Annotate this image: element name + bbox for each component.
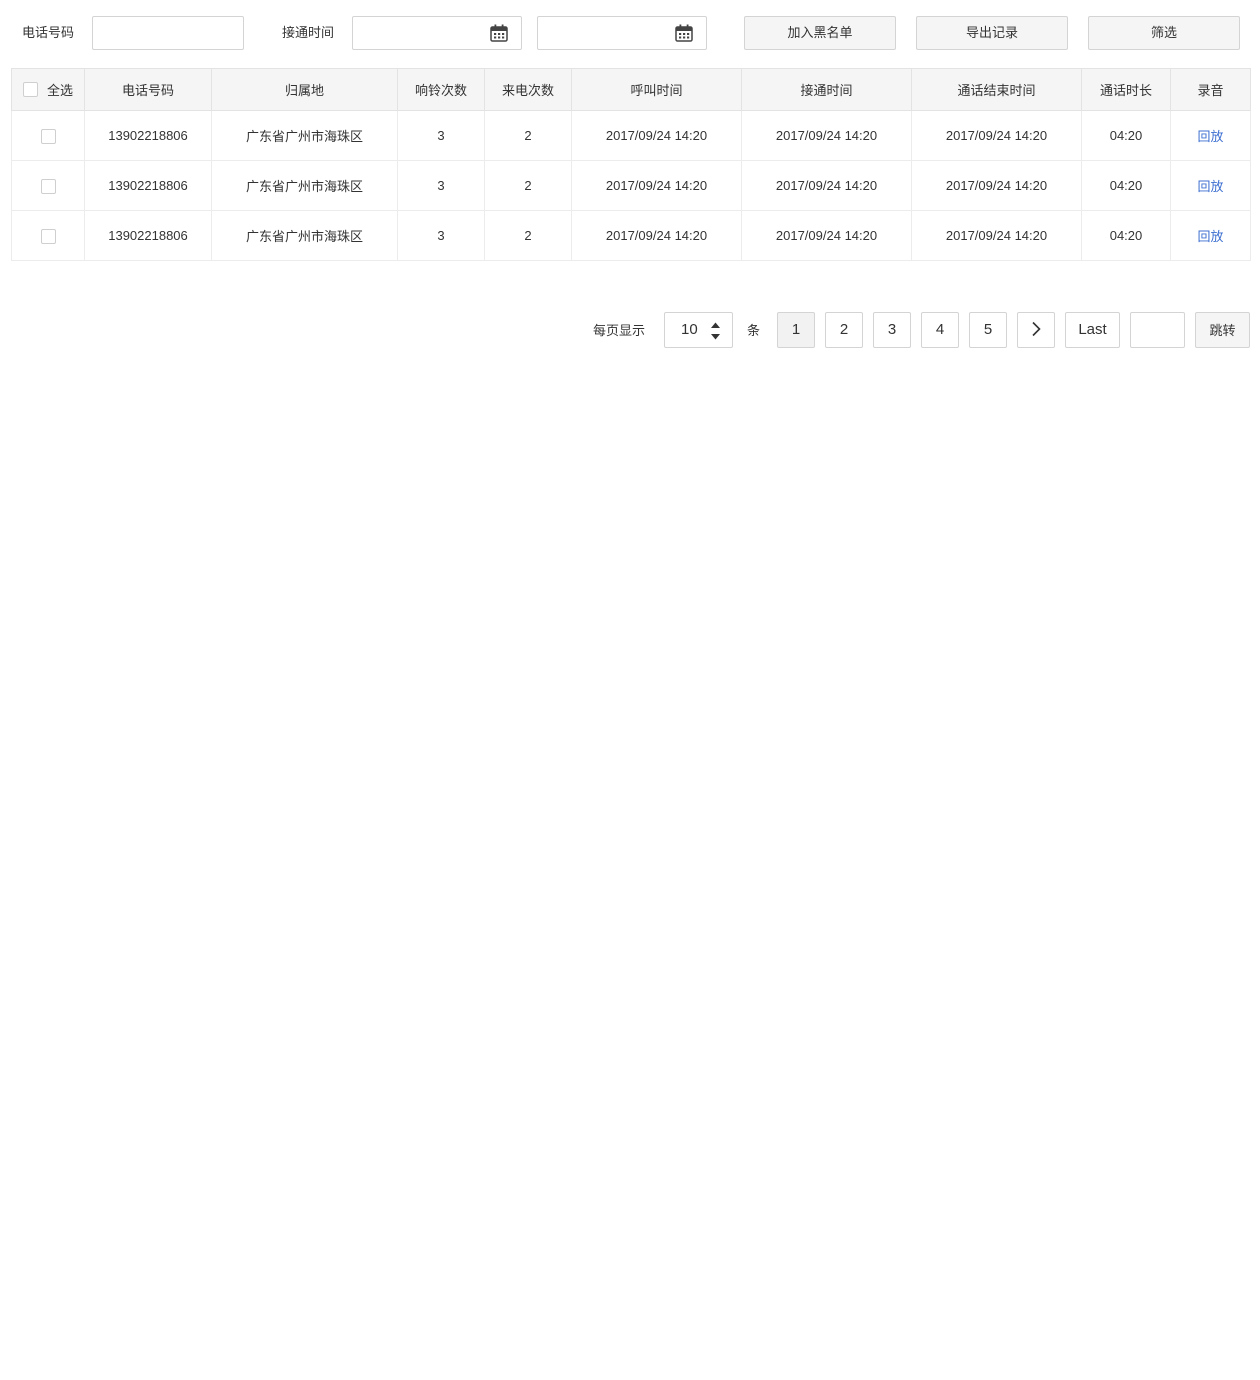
last-page-button[interactable]: Last [1065,312,1120,348]
per-page-label: 每页显示 [593,323,646,338]
cell-calls: 2 [484,110,572,161]
page-button-4[interactable]: 4 [921,312,959,348]
spinner-up-icon [711,322,720,328]
row-checkbox[interactable] [40,178,56,194]
cell-calls: 2 [484,160,572,211]
jump-page-input[interactable] [1130,312,1185,348]
playback-link[interactable]: 回放 [1197,129,1223,144]
column-header-end-time: 通话结束时间 [911,68,1082,111]
call-records-table: 全选 电话号码 归属地 响铃次数 来电次数 呼叫时间 接通时间 通话结束时间 通… [11,68,1251,261]
cell-location: 广东省广州市海珠区 [211,110,398,161]
table-header-row: 全选 电话号码 归属地 响铃次数 来电次数 呼叫时间 接通时间 通话结束时间 通… [11,68,1251,111]
spinner-icon[interactable] [710,321,721,341]
select-all-label: 全选 [46,83,73,98]
table-row: 13902218806 广东省广州市海珠区 3 2 2017/09/24 14:… [11,160,1251,211]
next-page-button[interactable] [1017,312,1055,348]
select-all-header[interactable]: 全选 [11,68,85,111]
cell-phone: 13902218806 [84,160,212,211]
cell-duration: 04:20 [1081,110,1171,161]
column-header-call-time: 呼叫时间 [571,68,742,111]
cell-rings: 3 [397,110,485,161]
row-checkbox[interactable] [40,228,56,244]
cell-call-time: 2017/09/24 14:20 [571,210,742,261]
page-button-2[interactable]: 2 [825,312,863,348]
page-button-3[interactable]: 3 [873,312,911,348]
cell-duration: 04:20 [1081,210,1171,261]
column-header-duration: 通话时长 [1081,68,1171,111]
page-button-1[interactable]: 1 [777,312,815,348]
cell-connect-time: 2017/09/24 14:20 [741,160,912,211]
cell-calls: 2 [484,210,572,261]
playback-link[interactable]: 回放 [1197,179,1223,194]
per-page-value: 10 [681,321,698,338]
table-row: 13902218806 广东省广州市海珠区 3 2 2017/09/24 14:… [11,210,1251,261]
spinner-down-icon [711,334,720,340]
add-blacklist-button[interactable]: 加入黑名单 [744,16,896,50]
cell-call-time: 2017/09/24 14:20 [571,110,742,161]
table-row: 13902218806 广东省广州市海珠区 3 2 2017/09/24 14:… [11,110,1251,161]
cell-phone: 13902218806 [84,210,212,261]
column-header-phone: 电话号码 [84,68,212,111]
phone-label: 电话号码 [22,25,75,40]
chevron-right-icon [1032,321,1041,336]
cell-end-time: 2017/09/24 14:20 [911,110,1082,161]
page-button-5[interactable]: 5 [969,312,1007,348]
column-header-record: 录音 [1170,68,1251,111]
row-checkbox[interactable] [40,128,56,144]
jump-button[interactable]: 跳转 [1195,312,1250,348]
connect-time-label: 接通时间 [282,25,335,40]
cell-rings: 3 [397,210,485,261]
cell-location: 广东省广州市海珠区 [211,210,398,261]
cell-call-time: 2017/09/24 14:20 [571,160,742,211]
per-page-unit: 条 [747,323,761,338]
date-end-picker[interactable] [537,16,707,50]
cell-connect-time: 2017/09/24 14:20 [741,210,912,261]
playback-link[interactable]: 回放 [1197,229,1223,244]
cell-end-time: 2017/09/24 14:20 [911,210,1082,261]
column-header-connect-time: 接通时间 [741,68,912,111]
column-header-calls: 来电次数 [484,68,572,111]
cell-duration: 04:20 [1081,160,1171,211]
cell-location: 广东省广州市海珠区 [211,160,398,211]
filter-button[interactable]: 筛选 [1088,16,1240,50]
column-header-rings: 响铃次数 [397,68,485,111]
phone-input[interactable] [92,16,244,50]
cell-phone: 13902218806 [84,110,212,161]
cell-end-time: 2017/09/24 14:20 [911,160,1082,211]
column-header-location: 归属地 [211,68,398,111]
date-start-picker[interactable] [352,16,522,50]
cell-connect-time: 2017/09/24 14:20 [741,110,912,161]
export-records-button[interactable]: 导出记录 [916,16,1068,50]
cell-rings: 3 [397,160,485,211]
calendar-icon[interactable] [490,24,508,42]
select-all-checkbox[interactable] [22,82,38,97]
calendar-icon[interactable] [675,24,693,42]
per-page-stepper[interactable]: 10 [664,312,733,348]
